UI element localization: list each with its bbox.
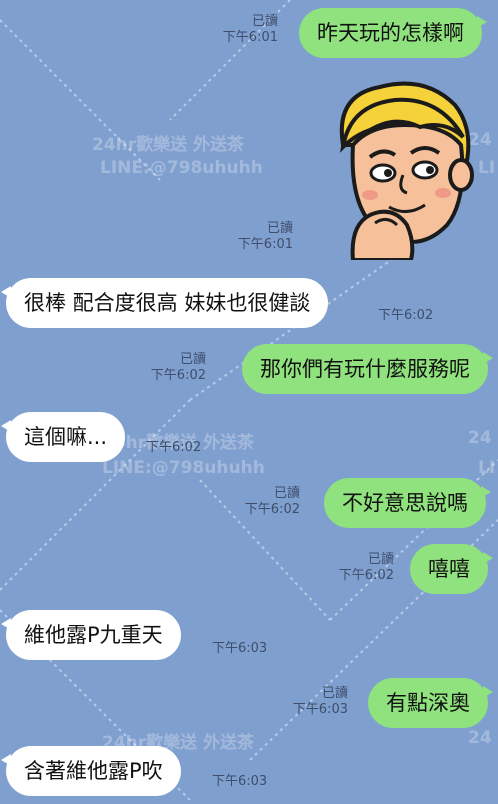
timestamp: 下午6:02 bbox=[146, 440, 202, 455]
outgoing-message-bubble[interactable]: 不好意思說嗎 bbox=[324, 478, 491, 528]
blond-cartoon-face-sticker[interactable] bbox=[325, 75, 475, 262]
outgoing-message-bubble[interactable]: 那你們有玩什麼服務呢 bbox=[242, 344, 493, 394]
timestamp: 下午6:03 bbox=[212, 641, 268, 656]
timestamp: 下午6:01 bbox=[237, 237, 293, 252]
message-meta: 已讀 下午6:02 bbox=[245, 486, 300, 518]
watermark-text-2: LINE:@798uhuhh bbox=[100, 158, 263, 178]
outgoing-message-bubble[interactable]: 有點深奧 bbox=[368, 678, 493, 728]
sticker-face-icon bbox=[339, 81, 474, 262]
message-meta: 已讀 下午6:02 bbox=[151, 352, 206, 384]
timestamp: 下午6:02 bbox=[378, 308, 434, 323]
read-receipt: 已讀 bbox=[266, 221, 293, 236]
chat-area[interactable]: 24hr歡樂送 外送茶 LINE:@798uhuhh 24hr歡樂送 外送茶 L… bbox=[0, 0, 498, 804]
watermark-edge-2: LI bbox=[478, 158, 496, 178]
read-receipt: 已讀 bbox=[321, 686, 348, 701]
read-receipt: 已讀 bbox=[251, 14, 278, 29]
watermark-edge-4: LI bbox=[478, 458, 496, 478]
read-receipt: 已讀 bbox=[367, 552, 394, 567]
timestamp: 下午6:03 bbox=[212, 774, 268, 789]
outgoing-message-bubble[interactable]: 昨天玩的怎樣啊 bbox=[299, 8, 487, 58]
timestamp: 下午6:01 bbox=[222, 30, 278, 45]
message-meta: 已讀 下午6:02 bbox=[339, 552, 394, 584]
incoming-message-bubble[interactable]: 維他露P九重天 bbox=[1, 610, 181, 660]
incoming-message-bubble[interactable]: 很棒 配合度很高 妹妹也很健談 bbox=[0, 278, 329, 328]
outgoing-message-bubble[interactable]: 嘻嘻 bbox=[410, 544, 493, 594]
watermark-edge-5: 24 bbox=[468, 728, 492, 748]
watermark-text-1: 24hr歡樂送 外送茶 bbox=[92, 135, 245, 155]
read-receipt: 已讀 bbox=[179, 352, 206, 367]
message-meta: 已讀 下午6:01 bbox=[223, 14, 278, 46]
watermark-edge-3: 24 bbox=[468, 428, 492, 448]
message-meta: 已讀 下午6:03 bbox=[293, 686, 348, 718]
timestamp: 下午6:03 bbox=[292, 702, 348, 717]
message-meta: 已讀 下午6:01 bbox=[238, 221, 293, 253]
timestamp: 下午6:02 bbox=[150, 368, 206, 383]
timestamp: 下午6:02 bbox=[244, 502, 300, 517]
read-receipt: 已讀 bbox=[273, 486, 300, 501]
incoming-message-bubble[interactable]: 這個嘛... bbox=[0, 412, 126, 462]
watermark-text-4: LINE:@798uhuhh bbox=[102, 458, 265, 478]
incoming-message-bubble[interactable]: 含著維他露P吹 bbox=[1, 746, 181, 796]
timestamp: 下午6:02 bbox=[338, 568, 394, 583]
